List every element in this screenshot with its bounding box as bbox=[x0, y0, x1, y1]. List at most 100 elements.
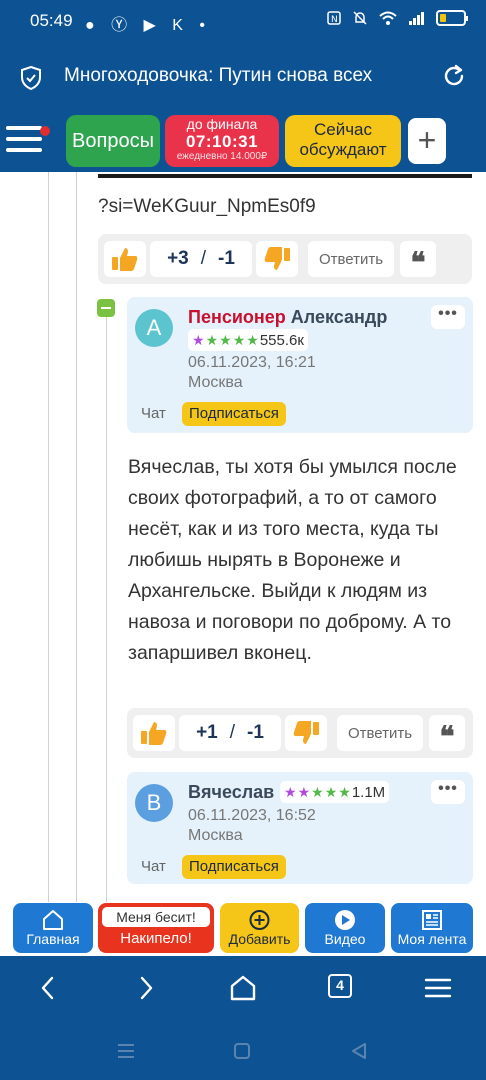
star-icon: ★ bbox=[219, 332, 232, 348]
site-bottom-nav: Главная Меня бесит! Накипело! Добавить В… bbox=[0, 902, 486, 956]
quote-icon[interactable]: ❝ bbox=[400, 241, 436, 279]
dislike-button[interactable] bbox=[256, 241, 298, 277]
system-back-icon[interactable] bbox=[350, 1042, 368, 1060]
nav-add-button[interactable]: Добавить bbox=[220, 903, 299, 953]
nav-rage-bottom-label: Накипело! bbox=[120, 930, 192, 947]
nav-video-button[interactable]: Видео bbox=[305, 903, 385, 953]
status-time: 05:49 bbox=[30, 11, 73, 30]
upvotes: +3 bbox=[167, 248, 189, 269]
thumbs-down-icon bbox=[293, 721, 319, 744]
comment-header: А Пенсионер Александр ••• ★ ★ ★ ★ ★ 555.… bbox=[127, 297, 473, 433]
downvotes: -1 bbox=[247, 722, 264, 743]
countdown-time: 07:10:31 bbox=[185, 132, 259, 151]
questions-button[interactable]: Вопросы bbox=[66, 115, 160, 167]
nav-home-button[interactable]: Главная bbox=[13, 903, 93, 953]
back-icon[interactable] bbox=[34, 973, 64, 1003]
reload-icon[interactable] bbox=[440, 62, 468, 90]
status-bar: 05:49 ● Ⓨ ▶ K • N bbox=[0, 0, 486, 42]
tabs-counter-icon[interactable]: 4 bbox=[328, 974, 352, 998]
collapse-thread-button[interactable] bbox=[97, 299, 115, 317]
star-icon: ★ bbox=[324, 784, 338, 800]
nav-feed-button[interactable]: Моя лента bbox=[391, 903, 473, 953]
thumbs-down-icon bbox=[264, 247, 290, 270]
nav-add-label: Добавить bbox=[228, 931, 291, 947]
prev-comment-tail: ?si=WeKGuur_NpmEs0f9 bbox=[98, 196, 316, 217]
system-status-icons: N bbox=[326, 10, 468, 26]
thumbs-up-icon bbox=[112, 248, 138, 271]
star-icon: ★ bbox=[311, 784, 324, 800]
play-icon bbox=[335, 910, 355, 930]
like-button[interactable] bbox=[104, 241, 146, 277]
author-first-name: Пенсионер bbox=[188, 307, 286, 327]
nav-feed-label: Моя лента bbox=[397, 931, 467, 947]
discussing-now-button[interactable]: Сейчас обсуждают bbox=[285, 115, 401, 167]
comment-location: Москва bbox=[188, 827, 243, 844]
reply-button[interactable]: Ответить bbox=[337, 715, 423, 751]
shield-icon[interactable] bbox=[20, 66, 42, 90]
page-title[interactable]: Многоходовочка: Путин снова всех bbox=[64, 65, 424, 87]
plus-button[interactable]: + bbox=[408, 118, 446, 164]
author-name[interactable]: Пенсионер Александр bbox=[188, 307, 387, 328]
avatar[interactable]: В bbox=[135, 784, 173, 822]
more-menu-icon[interactable] bbox=[423, 973, 453, 1003]
vote-separator: / bbox=[200, 248, 207, 269]
countdown-sub: ежедневно 14.000₽ bbox=[176, 151, 268, 162]
rating-badge: ★ ★ ★ ★ ★ 555.6к bbox=[188, 329, 308, 351]
system-home-icon[interactable] bbox=[233, 1042, 251, 1060]
author-last-name: Александр bbox=[290, 307, 388, 327]
vote-bar: +3 / -1 Ответить ❝ bbox=[98, 234, 472, 284]
recent-apps-icon[interactable] bbox=[116, 1042, 136, 1060]
avatar[interactable]: А bbox=[135, 309, 173, 347]
dislike-button[interactable] bbox=[285, 715, 327, 751]
comment-body: Вячеслав, ты хотя бы умылся после своих … bbox=[128, 456, 457, 664]
nav-rage-top-label: Меня бесит! bbox=[102, 907, 210, 927]
star-icon: ★ bbox=[232, 332, 246, 348]
newspaper-icon bbox=[422, 910, 442, 930]
vote-score: +1 / -1 bbox=[179, 715, 281, 751]
thread-line bbox=[76, 172, 77, 902]
system-navigation-bar bbox=[0, 1022, 486, 1080]
svg-text:N: N bbox=[331, 15, 338, 25]
browser-toolbar: Многоходовочка: Путин снова всех bbox=[0, 42, 486, 112]
star-icon: ★ bbox=[246, 332, 259, 348]
rating-value: 1.1M bbox=[351, 783, 386, 801]
reply-button[interactable]: Ответить bbox=[308, 241, 394, 277]
browser-navigation-bar: 4 bbox=[0, 956, 486, 1022]
forward-icon[interactable] bbox=[130, 973, 160, 1003]
thread-line bbox=[106, 317, 107, 902]
countdown-label: до финала bbox=[186, 116, 258, 132]
battery-icon bbox=[436, 10, 468, 26]
chat-link[interactable]: Чат bbox=[141, 858, 166, 875]
discussing-label-2: обсуждают bbox=[299, 140, 387, 159]
comment-menu-icon[interactable]: ••• bbox=[431, 305, 465, 329]
vote-bar: +1 / -1 Ответить ❝ bbox=[127, 708, 473, 758]
comment-date: 06.11.2023, 16:21 bbox=[188, 354, 316, 371]
like-button[interactable] bbox=[133, 715, 175, 751]
signal-icon bbox=[409, 12, 424, 25]
notification-icons: ● Ⓨ ▶ K • bbox=[85, 17, 212, 34]
mute-icon bbox=[353, 11, 367, 25]
home-icon[interactable] bbox=[228, 973, 258, 1003]
countdown-button[interactable]: до финала 07:10:31 ежедневно 14.000₽ bbox=[165, 115, 279, 167]
comment-header: В Вячеслав ★ ★ ★ ★ ★ 1.1M ••• 06.11.2023… bbox=[127, 772, 473, 884]
quote-icon[interactable]: ❝ bbox=[429, 715, 465, 753]
vote-score: +3 / -1 bbox=[150, 241, 252, 277]
upvotes: +1 bbox=[196, 722, 218, 743]
chat-link[interactable]: Чат bbox=[141, 405, 166, 422]
star-icon: ★ bbox=[284, 784, 297, 800]
vote-separator: / bbox=[229, 722, 236, 743]
comment-menu-icon[interactable]: ••• bbox=[431, 780, 465, 804]
comment-location: Москва bbox=[188, 374, 243, 391]
subscribe-button[interactable]: Подписаться bbox=[182, 402, 286, 426]
rating-value: 555.6к bbox=[259, 331, 304, 349]
author-name[interactable]: Вячеслав bbox=[188, 782, 274, 803]
discussing-label-1: Сейчас bbox=[313, 120, 373, 139]
thumbs-up-icon bbox=[141, 722, 167, 745]
comment-thread: ?si=WeKGuur_NpmEs0f9 +3 / -1 Ответить ❝ … bbox=[0, 172, 486, 902]
subscribe-button[interactable]: Подписаться bbox=[182, 855, 286, 879]
nav-rage-button[interactable]: Меня бесит! Накипело! bbox=[98, 903, 214, 953]
menu-icon[interactable] bbox=[6, 126, 42, 154]
divider bbox=[98, 174, 472, 178]
nav-home-label: Главная bbox=[26, 931, 80, 947]
rating-badge: ★ ★ ★ ★ ★ 1.1M bbox=[280, 781, 390, 803]
